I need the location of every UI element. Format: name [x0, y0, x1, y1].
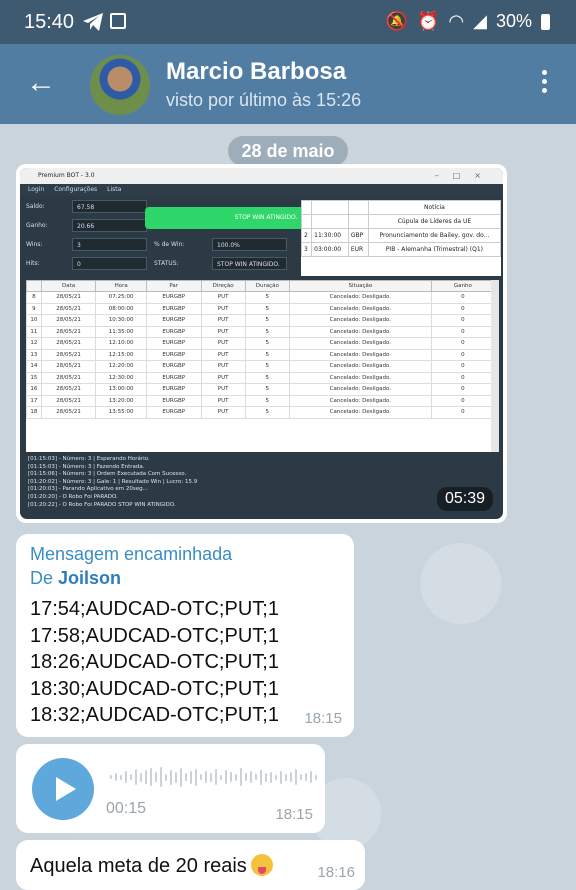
stat-label: Hits: — [26, 260, 40, 267]
mute-icon: 🔕 — [385, 11, 408, 31]
log-line: [01:15:06] - Número: 3 | Ordem Executada… — [28, 471, 187, 478]
log-line: [01:15:03] - Número: 3 | Esperando Horár… — [28, 456, 150, 462]
message-time: 18:15 — [275, 806, 313, 823]
log-line: [01:20:02] - Número: 3 | Gale: 1 | Resul… — [28, 478, 198, 485]
chat-area: 28 de maio Premium BOT - 3.0 –□× Login Co… — [0, 124, 576, 890]
log-panel: [01:15:03] - Número: 3 | Esperando Horár… — [28, 456, 488, 509]
stat-label: Saldo: — [26, 203, 45, 210]
table-row: 17 28/05/21 13:20:00 EURGBP PUT 5 Cancelado: D… — [26, 394, 495, 407]
forwarded-from[interactable]: De Joilson — [30, 568, 121, 589]
window-menu-item: Lista — [107, 186, 122, 193]
log-line: [01:20:03] - Parando Aplicativo em 20seg… — [28, 486, 148, 493]
status-bar: 15:40 🔕 ⏰ ◠ ◢ 30% — [0, 0, 576, 44]
column-header: Data — [40, 280, 97, 292]
stat-value: STOP WIN ATINGIDO. — [212, 257, 287, 270]
stat-row: Hits: 0 STATUS: STOP WIN ATINGIDO. — [24, 257, 299, 271]
message-text: Aquela meta de 20 reais — [30, 854, 273, 878]
message-line: 18:30;AUDCAD-OTC;PUT;1 — [30, 677, 279, 700]
table-row: 9 28/05/21 08:00:00 EURGBP PUT 5 Cancelado: De… — [26, 302, 495, 315]
stat-value: 3 — [72, 238, 147, 251]
column-header: Hora — [95, 280, 147, 292]
message-line: 17:58;AUDCAD-OTC;PUT;1 — [30, 624, 279, 647]
play-icon[interactable] — [32, 758, 94, 820]
message-line: 17:54;AUDCAD-OTC;PUT;1 — [30, 598, 279, 620]
trades-table: Data Hora Par Direção Duração Situação Ganho 8 2… — [26, 280, 495, 452]
table-row: 18 28/05/21 13:55:00 EURGBP PUT 5 Cancelado: D… — [26, 406, 495, 419]
last-seen: visto por último às 15:26 — [166, 90, 362, 110]
image-message[interactable]: Premium BOT - 3.0 –□× Login Configurações… — [16, 164, 507, 523]
window-title: Premium BOT - 3.0 –□× — [20, 168, 503, 184]
wifi-icon: ◠ — [448, 11, 465, 31]
column-header: Duração — [244, 280, 290, 292]
table-row: 10 28/05/21 10:30:00 EURGBP PUT 5 Cancelado: D… — [26, 314, 495, 327]
date-separator: 28 de maio — [228, 136, 348, 166]
voice-message: 00:15 18:15 — [16, 744, 325, 833]
column-header: Direção — [200, 280, 246, 292]
voice-duration: 00:15 — [106, 800, 147, 817]
video-duration: 05:39 — [436, 487, 493, 511]
forwarded-label: Mensagem encaminhada — [30, 544, 233, 564]
news-header-row: Notícia — [300, 200, 502, 215]
table-row: 14 28/05/21 12:20:00 EURGBP PUT 5 Cancelado: D… — [26, 360, 495, 373]
table-row: 8 28/05/21 07:25:00 EURGBP PUT 5 Cancelado: De… — [26, 291, 495, 304]
news-row: 2 11:30:00 GBP Pronunciamento de Bailey, go… — [300, 228, 502, 243]
log-line: [01:20:22] - O Robo Foi PARADO STOP WIN … — [28, 501, 176, 508]
column-header: Ganho — [430, 280, 495, 292]
news-row: Cúpula de Líderes da UE — [300, 214, 502, 229]
table-row: 16 28/05/21 13:00:00 EURGBP PUT 5 Cancelado: D… — [26, 383, 495, 396]
more-menu-icon[interactable] — [542, 70, 548, 97]
back-arrow-icon[interactable]: ← — [26, 68, 56, 98]
stat-row: Wins: 3 % de Win: 100.0% — [24, 238, 299, 252]
forwarded-message[interactable]: Mensagem encaminhada De Joilson 17:54;AU… — [16, 534, 354, 737]
stat-label: % de Win: — [154, 241, 185, 248]
news-table: Notícia Cúpula de Líderes da UE 2 11:30:00 G… — [300, 200, 502, 276]
message-line: 18:26;AUDCAD-OTC;PUT;1 — [30, 651, 279, 674]
window-menu: Login Configurações Lista — [20, 184, 503, 196]
column-header: Situação — [288, 280, 432, 292]
message-line: 18:32;AUDCAD-OTC;PUT;1 — [30, 704, 279, 727]
gallery-icon — [110, 13, 126, 29]
log-line: [01:20:20] - O Robo Foi PARADO. — [28, 493, 118, 500]
status-time: 15:40 — [24, 11, 75, 33]
stat-label: Ganho: — [26, 222, 48, 229]
table-row: 13 28/05/21 12:15:00 EURGBP PUT 5 Cancelado: D… — [26, 348, 495, 361]
table-row: 12 28/05/21 12:10:00 EURGBP PUT 5 Cancelado: D… — [26, 337, 495, 350]
window-menu-item: Configurações — [54, 186, 98, 193]
window-controls: –□× — [434, 171, 495, 180]
message-text: 17:54;AUDCAD-OTC;PUT;1 17:58;AUDCAD-OTC;P… — [30, 596, 279, 729]
table-header-row: Data Hora Par Direção Duração Situação Ganho — [26, 280, 495, 292]
waveform[interactable] — [110, 766, 317, 788]
tongue-emoji-icon — [250, 854, 273, 876]
alarm-icon: ⏰ — [416, 11, 440, 31]
battery-icon — [541, 13, 550, 30]
column-header — [26, 280, 42, 292]
telegram-icon — [82, 12, 104, 37]
battery-level: 30% — [495, 11, 532, 31]
message-time: 18:16 — [317, 864, 355, 881]
stat-value: 67.58 — [72, 200, 147, 213]
stat-value: 0 — [72, 257, 147, 270]
chat-header: ← Marcio Barbosa visto por último às 15:… — [0, 44, 576, 124]
avatar[interactable] — [90, 55, 150, 115]
contact-name[interactable]: Marcio Barbosa — [166, 58, 346, 86]
message-time: 18:15 — [304, 710, 342, 727]
window-menu-item: Login — [28, 186, 45, 193]
screenshot-image[interactable]: Premium BOT - 3.0 –□× Login Configurações… — [20, 168, 503, 519]
stat-value: 100.0% — [212, 238, 287, 251]
stat-label: STATUS: — [154, 260, 179, 267]
signal-icon: ◢ — [473, 11, 487, 31]
scrollbar — [491, 280, 499, 452]
stat-value: 20.66 — [72, 219, 147, 232]
table-row: 15 28/05/21 12:30:00 EURGBP PUT 5 Cancelado: D… — [26, 371, 495, 384]
status-icons: 🔕 ⏰ ◠ ◢ 30% — [386, 11, 550, 32]
column-header: Par — [145, 280, 202, 292]
text-message[interactable]: Aquela meta de 20 reais 18:16 — [16, 840, 365, 890]
stat-label: Wins: — [26, 241, 43, 248]
table-row: 11 28/05/21 11:35:00 EURGBP PUT 5 Cancelado: D… — [26, 325, 495, 338]
news-row: 3 03:00:00 EUR PIB - Alemanha (Trimestral) … — [300, 242, 502, 257]
